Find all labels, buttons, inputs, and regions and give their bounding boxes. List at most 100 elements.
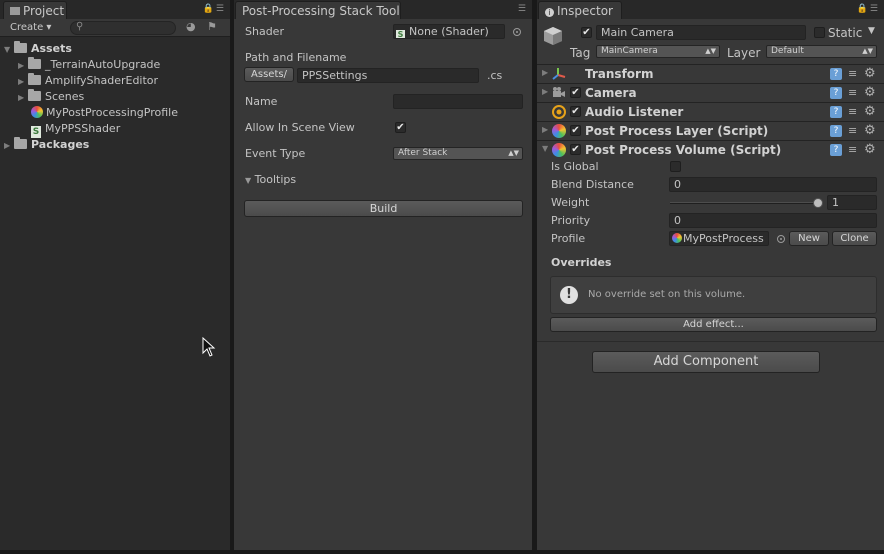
lock-icon[interactable]: 🔒	[857, 4, 870, 14]
static-dropdown-icon[interactable]: ▼	[868, 26, 875, 36]
component-title: Camera	[585, 86, 637, 100]
component-audio-listener[interactable]: ✔ Audio Listener ? ≡ ⚙	[537, 102, 884, 121]
weight-slider[interactable]	[670, 202, 823, 204]
tree-item-label: MyPPSShader	[45, 122, 121, 135]
tag-value: MainCamera	[601, 46, 658, 56]
component-transform[interactable]: ▶ Transform ? ≡ ⚙	[537, 64, 884, 83]
tree-item-amplify[interactable]: ▶ AmplifyShaderEditor	[18, 73, 158, 89]
help-icon[interactable]: ?	[830, 68, 842, 80]
collapse-icon[interactable]: ▶	[542, 125, 552, 134]
inspector-panel: i Inspector 🔒☰ ✔ Main Camera Static ▼ Tag…	[537, 0, 884, 550]
object-name-input[interactable]: Main Camera	[596, 25, 806, 40]
layer-label: Layer	[727, 46, 761, 60]
gear-icon[interactable]: ⚙	[864, 142, 876, 157]
tag-dropdown[interactable]: MainCamera ▲▼	[596, 45, 720, 58]
dropdown-arrow-icon: ▲▼	[705, 47, 716, 55]
blend-distance-input[interactable]: 0	[669, 177, 877, 192]
clone-profile-button[interactable]: Clone	[832, 231, 877, 246]
help-icon[interactable]: ?	[830, 125, 842, 137]
menu-icon[interactable]: ☰	[518, 4, 528, 14]
priority-input[interactable]: 0	[669, 213, 877, 228]
event-type-dropdown[interactable]: After Stack ▲▼	[393, 147, 523, 160]
collapse-icon[interactable]: ▶	[542, 68, 552, 77]
build-button[interactable]: Build	[244, 200, 523, 217]
camera-icon	[553, 87, 565, 97]
collapse-icon[interactable]: ▶	[4, 138, 14, 154]
folder-tab-icon	[10, 7, 20, 15]
project-toolbar: Create ▾ ⚲ ◕ ⚑	[0, 19, 230, 37]
component-post-process-volume[interactable]: ▼ ✔ Post Process Volume (Script) ? ≡ ⚙	[537, 140, 884, 159]
tooltips-foldout[interactable]: ▼ Tooltips	[245, 173, 296, 186]
gear-icon[interactable]: ⚙	[864, 85, 876, 100]
tab-project[interactable]: Project	[3, 1, 67, 19]
tree-item-profile[interactable]: MyPostProcessingProfile	[31, 105, 178, 121]
tree-item-terrain[interactable]: ▶ _TerrainAutoUpgrade	[18, 57, 160, 73]
component-camera[interactable]: ▶ ✔ Camera ? ≡ ⚙	[537, 83, 884, 102]
expand-icon[interactable]: ▼	[4, 42, 14, 58]
filename-input[interactable]: PPSSettings	[297, 68, 479, 83]
help-icon[interactable]: ?	[830, 87, 842, 99]
component-post-process-layer[interactable]: ▶ ✔ Post Process Layer (Script) ? ≡ ⚙	[537, 121, 884, 140]
object-picker-icon[interactable]	[513, 28, 521, 36]
folder-icon	[28, 89, 41, 101]
gear-icon[interactable]: ⚙	[864, 66, 876, 81]
profile-field[interactable]: MyPostProcess	[669, 231, 769, 246]
expand-icon[interactable]: ▼	[542, 144, 552, 153]
assets-path-button[interactable]: Assets/	[244, 67, 294, 82]
gear-icon[interactable]: ⚙	[864, 104, 876, 119]
help-icon[interactable]: ?	[830, 144, 842, 156]
project-tab-controls[interactable]: 🔒☰	[203, 4, 226, 14]
weight-label: Weight	[551, 196, 590, 209]
collapse-icon[interactable]: ▶	[18, 74, 28, 90]
tree-item-scenes[interactable]: ▶ Scenes	[18, 89, 84, 105]
weight-input[interactable]: 1	[827, 195, 877, 210]
search-input[interactable]: ⚲	[70, 21, 176, 35]
gear-icon[interactable]: ⚙	[864, 123, 876, 138]
inspector-tabbar: i Inspector 🔒☰	[537, 0, 884, 19]
tree-item-packages[interactable]: ▶ Packages	[4, 137, 89, 153]
create-button[interactable]: Create ▾	[4, 21, 57, 35]
pps-tab-controls[interactable]: ☰	[518, 4, 528, 14]
name-input[interactable]	[393, 94, 523, 109]
component-enabled-checkbox[interactable]: ✔	[570, 106, 581, 117]
add-effect-button[interactable]: Add effect...	[550, 317, 877, 332]
weight-slider-handle[interactable]	[813, 198, 823, 208]
preset-icon[interactable]: ≡	[848, 86, 857, 99]
preset-icon[interactable]: ≡	[848, 143, 857, 156]
is-global-checkbox[interactable]	[670, 161, 681, 172]
tab-inspector[interactable]: i Inspector	[538, 1, 622, 19]
inspector-tab-controls[interactable]: 🔒☰	[857, 4, 880, 14]
collapse-icon[interactable]: ▶	[18, 58, 28, 74]
tree-item-label: AmplifyShaderEditor	[45, 74, 159, 87]
object-picker-icon[interactable]	[777, 235, 785, 243]
collapse-icon[interactable]: ▶	[542, 87, 552, 96]
menu-icon[interactable]: ☰	[216, 4, 226, 14]
gameobject-cube-icon	[544, 27, 562, 45]
preset-icon[interactable]: ≡	[848, 67, 857, 80]
post-process-profile-icon	[31, 106, 43, 118]
lock-icon[interactable]: 🔒	[203, 4, 216, 14]
component-enabled-checkbox[interactable]: ✔	[570, 125, 581, 136]
component-controls: ? ≡ ⚙	[830, 104, 880, 119]
help-icon[interactable]: ?	[830, 106, 842, 118]
static-checkbox[interactable]	[814, 27, 825, 38]
preset-icon[interactable]: ≡	[848, 124, 857, 137]
active-checkbox[interactable]: ✔	[581, 27, 592, 38]
tree-item-shader[interactable]: S MyPPSShader	[31, 121, 121, 138]
component-enabled-checkbox[interactable]: ✔	[570, 87, 581, 98]
filter-by-type-icon[interactable]: ◕	[186, 20, 196, 33]
allow-scene-view-checkbox[interactable]: ✔	[395, 122, 406, 133]
new-profile-button[interactable]: New	[789, 231, 829, 246]
preset-icon[interactable]: ≡	[848, 105, 857, 118]
shader-field[interactable]: S None (Shader)	[393, 24, 505, 39]
collapse-icon[interactable]: ▶	[18, 90, 28, 106]
component-enabled-checkbox[interactable]: ✔	[570, 144, 581, 155]
search-icon: ⚲	[76, 21, 84, 32]
add-component-button[interactable]: Add Component	[592, 351, 820, 373]
shader-icon: S	[396, 30, 405, 39]
tab-pps-tool[interactable]: Post-Processing Stack Tool	[235, 1, 401, 19]
filter-by-label-icon[interactable]: ⚑	[207, 20, 217, 33]
menu-icon[interactable]: ☰	[870, 4, 880, 14]
layer-dropdown[interactable]: Default ▲▼	[766, 45, 877, 58]
tree-item-assets[interactable]: ▼ Assets	[4, 41, 72, 57]
